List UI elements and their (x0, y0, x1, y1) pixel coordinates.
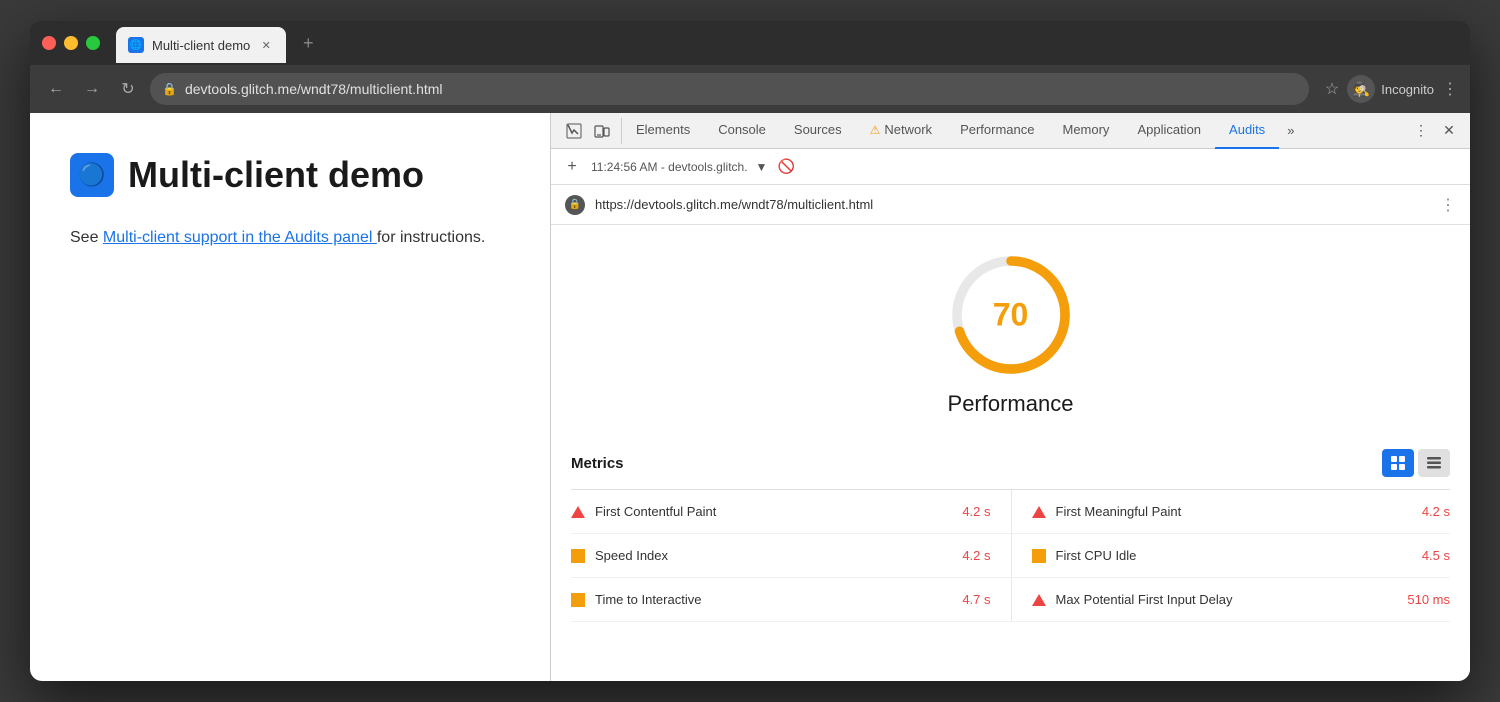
page-content: 🔵 Multi-client demo See Multi-client sup… (30, 113, 550, 681)
incognito-label: Incognito (1381, 82, 1434, 97)
metric-square-icon (571, 593, 585, 607)
lock-icon: 🔒 (162, 82, 177, 96)
audit-timestamp: 11:24:56 AM - devtools.glitch. (591, 160, 748, 174)
tab-console[interactable]: Console (704, 113, 780, 149)
metric-name: First Meaningful Paint (1056, 504, 1412, 519)
dropdown-arrow: ▼ (756, 160, 768, 174)
devtools-icons (555, 118, 622, 144)
metric-triangle-icon (1032, 594, 1046, 606)
close-traffic-light[interactable] (42, 36, 56, 50)
metric-first-cpu-idle: First CPU Idle 4.5 s (1011, 534, 1451, 578)
tab-elements[interactable]: Elements (622, 113, 704, 149)
incognito-avatar[interactable]: 🕵 (1347, 75, 1375, 103)
page-header: 🔵 Multi-client demo (70, 153, 510, 197)
audit-report-url-bar: 🔒 https://devtools.glitch.me/wndt78/mult… (551, 185, 1470, 225)
tab-memory[interactable]: Memory (1048, 113, 1123, 149)
metric-value: 4.5 s (1422, 548, 1450, 563)
tab-sources[interactable]: Sources (780, 113, 856, 149)
bookmark-icon[interactable]: ☆ (1325, 79, 1339, 99)
metric-name: Time to Interactive (595, 592, 952, 607)
audit-dropdown[interactable]: ▼ (756, 160, 768, 174)
metric-value: 510 ms (1407, 592, 1450, 607)
devtools-toolbar: Elements Console Sources ⚠ Network Perfo… (551, 113, 1470, 149)
audit-page-icon: 🔒 (565, 195, 585, 215)
page-description: See Multi-client support in the Audits p… (70, 225, 510, 251)
metrics-view-buttons (1382, 449, 1450, 477)
page-title: Multi-client demo (128, 154, 424, 196)
tab-application[interactable]: Application (1123, 113, 1215, 149)
title-bar: 🌐 Multi-client demo ✕ + (30, 21, 1470, 65)
browser-tab[interactable]: 🌐 Multi-client demo ✕ (116, 27, 286, 63)
audits-panel-link[interactable]: Multi-client support in the Audits panel (103, 229, 377, 246)
navigation-bar: ← → ↻ 🔒 devtools.glitch.me/wndt78/multic… (30, 65, 1470, 113)
traffic-lights (42, 36, 100, 50)
metric-value: 4.2 s (1422, 504, 1450, 519)
device-emulation-button[interactable] (589, 118, 615, 144)
score-label: Performance (948, 391, 1074, 417)
devtools-tabs: Elements Console Sources ⚠ Network Perfo… (622, 113, 1404, 149)
metric-name: Max Potential First Input Delay (1056, 592, 1398, 607)
devtools-panel: Elements Console Sources ⚠ Network Perfo… (550, 113, 1470, 681)
metric-value: 4.7 s (962, 592, 990, 607)
forward-button[interactable]: → (78, 75, 106, 103)
new-tab-button[interactable]: + (294, 29, 322, 57)
metric-speed-index: Speed Index 4.2 s (571, 534, 1011, 578)
metrics-title: Metrics (571, 455, 624, 472)
metrics-header: Metrics (571, 437, 1450, 490)
description-after: for instructions. (377, 229, 485, 246)
tab-favicon: 🌐 (128, 37, 144, 53)
score-section: 70 Performance (551, 225, 1470, 437)
nav-actions: ☆ 🕵 Incognito ⋮ (1325, 75, 1458, 103)
address-bar[interactable]: 🔒 devtools.glitch.me/wndt78/multiclient.… (150, 73, 1309, 105)
metric-name: First CPU Idle (1056, 548, 1412, 563)
metric-first-meaningful-paint: First Meaningful Paint 4.2 s (1011, 490, 1451, 534)
maximize-traffic-light[interactable] (86, 36, 100, 50)
minimize-traffic-light[interactable] (64, 36, 78, 50)
address-text: devtools.glitch.me/wndt78/multiclient.ht… (185, 81, 443, 97)
metric-max-first-input-delay: Max Potential First Input Delay 510 ms (1011, 578, 1451, 622)
back-button[interactable]: ← (42, 75, 70, 103)
metric-square-icon (1032, 549, 1046, 563)
main-area: 🔵 Multi-client demo See Multi-client sup… (30, 113, 1470, 681)
browser-menu-icon[interactable]: ⋮ (1442, 79, 1458, 99)
metric-first-contentful-paint: First Contentful Paint 4.2 s (571, 490, 1011, 534)
network-warn-icon: ⚠ (870, 123, 881, 137)
audit-url-text: https://devtools.glitch.me/wndt78/multic… (595, 197, 1430, 212)
metric-triangle-icon (571, 506, 585, 518)
devtools-actions: ⋮ ✕ (1404, 118, 1466, 144)
metric-name: Speed Index (595, 548, 952, 563)
audit-add-button[interactable]: + (561, 156, 583, 178)
incognito-area: 🕵 Incognito (1347, 75, 1434, 103)
metric-square-icon (571, 549, 585, 563)
tab-close-button[interactable]: ✕ (258, 37, 274, 53)
metric-time-to-interactive: Time to Interactive 4.7 s (571, 578, 1011, 622)
score-number: 70 (993, 297, 1029, 334)
page-logo: 🔵 (70, 153, 114, 197)
audit-block-button[interactable]: 🚫 (775, 156, 797, 178)
more-tabs-button[interactable]: » (1279, 113, 1302, 149)
metric-value: 4.2 s (962, 548, 990, 563)
metrics-list-view-button[interactable] (1418, 449, 1450, 477)
metrics-grid: First Contentful Paint 4.2 s First Meani… (571, 490, 1450, 622)
description-before: See (70, 229, 103, 246)
audit-more-button[interactable]: ⋮ (1440, 195, 1456, 215)
devtools-settings-button[interactable]: ⋮ (1408, 118, 1434, 144)
tab-title: Multi-client demo (152, 38, 250, 53)
inspect-element-button[interactable] (561, 118, 587, 144)
metric-name: First Contentful Paint (595, 504, 952, 519)
tab-performance[interactable]: Performance (946, 113, 1048, 149)
metrics-section: Metrics (551, 437, 1470, 681)
metric-value: 4.2 s (962, 504, 990, 519)
devtools-close-button[interactable]: ✕ (1436, 118, 1462, 144)
tab-audits[interactable]: Audits (1215, 113, 1279, 149)
score-circle: 70 (951, 255, 1071, 375)
audit-url-bar: + 11:24:56 AM - devtools.glitch. ▼ 🚫 (551, 149, 1470, 185)
tab-network[interactable]: ⚠ Network (856, 113, 946, 149)
metrics-grid-view-button[interactable] (1382, 449, 1414, 477)
metric-triangle-icon (1032, 506, 1046, 518)
browser-window: 🌐 Multi-client demo ✕ + ← → ↻ 🔒 devtools… (30, 21, 1470, 681)
refresh-button[interactable]: ↻ (114, 75, 142, 103)
